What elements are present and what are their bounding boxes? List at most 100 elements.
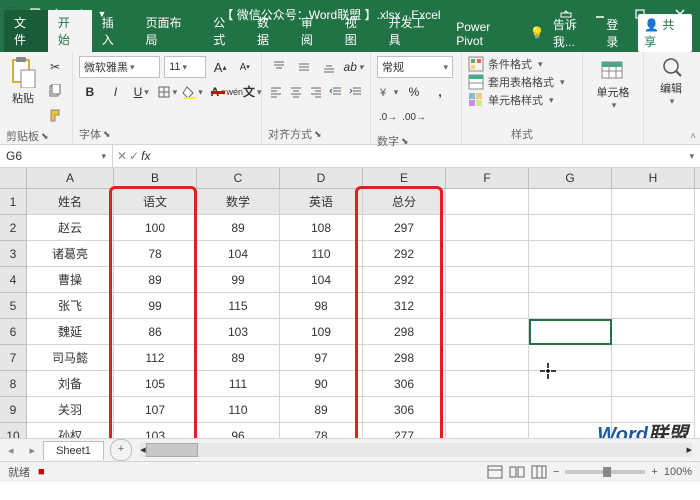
zoom-out-button[interactable]: − — [553, 466, 559, 478]
sheet-nav-prev-icon[interactable]: ◂ — [0, 444, 22, 457]
cell[interactable]: 292 — [363, 267, 446, 293]
cell[interactable] — [612, 345, 695, 371]
select-all-corner[interactable] — [0, 168, 27, 188]
decrease-decimal-icon[interactable]: .00→ — [403, 106, 425, 128]
collapse-ribbon-icon[interactable]: ˄ — [690, 131, 696, 142]
cell[interactable]: 关羽 — [27, 397, 114, 423]
cell[interactable]: 111 — [197, 371, 280, 397]
align-middle-icon[interactable] — [293, 56, 314, 78]
underline-icon[interactable]: U▾ — [130, 81, 152, 103]
cell[interactable] — [529, 293, 612, 319]
col-header[interactable]: D — [280, 168, 363, 188]
cell[interactable] — [446, 345, 529, 371]
paste-button[interactable]: 粘贴 — [6, 56, 40, 106]
cell[interactable]: 刘备 — [27, 371, 114, 397]
cell[interactable]: 104 — [280, 267, 363, 293]
zoom-slider[interactable] — [565, 470, 645, 474]
zoom-level[interactable]: 100% — [664, 466, 692, 478]
col-header[interactable]: H — [612, 168, 695, 188]
cell[interactable] — [529, 319, 612, 345]
cell[interactable]: 89 — [197, 215, 280, 241]
cell[interactable]: 数学 — [197, 189, 280, 215]
cell[interactable] — [529, 371, 612, 397]
cell[interactable] — [446, 293, 529, 319]
name-box[interactable]: G6▾ — [0, 145, 113, 167]
cell[interactable]: 90 — [280, 371, 363, 397]
cell[interactable]: 103 — [197, 319, 280, 345]
cell[interactable] — [446, 319, 529, 345]
cell[interactable]: 306 — [363, 371, 446, 397]
cancel-formula-icon[interactable]: ✕ — [117, 149, 127, 163]
fill-color-icon[interactable]: ▾ — [182, 81, 204, 103]
col-header[interactable]: E — [363, 168, 446, 188]
tellme-text[interactable]: 告诉我... — [553, 16, 599, 50]
cell[interactable]: 孙权 — [27, 423, 114, 438]
number-format-combo[interactable]: 常规▾ — [377, 56, 453, 78]
cell[interactable] — [446, 423, 529, 438]
cell[interactable]: 赵云 — [27, 215, 114, 241]
expand-formula-icon[interactable]: ▾ — [689, 151, 700, 162]
cell[interactable] — [529, 267, 612, 293]
tab-view[interactable]: 视图 — [335, 10, 379, 52]
row-header[interactable]: 5 — [0, 293, 27, 319]
col-header[interactable]: A — [27, 168, 114, 188]
zoom-in-button[interactable]: + — [651, 466, 657, 478]
cells-button-label[interactable]: 单元格 — [597, 84, 630, 100]
conditional-format-button[interactable]: 条件格式▾ — [468, 56, 576, 72]
comma-icon[interactable]: , — [429, 81, 451, 103]
grow-font-icon[interactable]: A▴ — [210, 56, 231, 78]
tab-dev[interactable]: 开发工具 — [379, 10, 447, 52]
cell[interactable]: 312 — [363, 293, 446, 319]
cell[interactable] — [446, 267, 529, 293]
cell[interactable]: 306 — [363, 397, 446, 423]
tab-pivot[interactable]: Power Pivot — [446, 16, 530, 52]
edit-button-label[interactable]: 编辑 — [660, 80, 682, 96]
add-sheet-button[interactable]: + — [110, 439, 132, 461]
cell[interactable] — [446, 241, 529, 267]
copy-icon[interactable] — [44, 80, 66, 102]
font-name-combo[interactable]: 微软雅黑▾ — [79, 56, 160, 78]
cell[interactable]: 86 — [114, 319, 197, 345]
cut-icon[interactable]: ✂ — [44, 56, 66, 78]
cell[interactable]: 109 — [280, 319, 363, 345]
cell[interactable]: 99 — [197, 267, 280, 293]
cell[interactable] — [529, 189, 612, 215]
cell[interactable]: 297 — [363, 215, 446, 241]
cell[interactable] — [612, 293, 695, 319]
view-layout-icon[interactable] — [509, 465, 525, 479]
format-painter-icon[interactable] — [44, 104, 66, 126]
percent-icon[interactable]: % — [403, 81, 425, 103]
cell-styles-button[interactable]: 单元格样式▾ — [468, 92, 576, 108]
cell[interactable] — [529, 241, 612, 267]
cell[interactable] — [529, 215, 612, 241]
sheet-nav-next-icon[interactable]: ▸ — [22, 444, 44, 457]
cell[interactable]: 78 — [280, 423, 363, 438]
cell[interactable] — [612, 215, 695, 241]
signin-link[interactable]: 登录 — [606, 16, 630, 50]
row-header[interactable]: 7 — [0, 345, 27, 371]
align-center-icon[interactable] — [288, 81, 304, 103]
tab-file[interactable]: 文件 — [4, 10, 48, 52]
col-header[interactable]: C — [197, 168, 280, 188]
cell[interactable] — [446, 371, 529, 397]
col-header[interactable]: B — [114, 168, 197, 188]
format-table-button[interactable]: 套用表格格式▾ — [468, 74, 576, 90]
cell[interactable] — [446, 189, 529, 215]
cell[interactable]: 98 — [280, 293, 363, 319]
tab-review[interactable]: 审阅 — [291, 10, 335, 52]
align-top-icon[interactable] — [268, 56, 289, 78]
enter-formula-icon[interactable]: ✓ — [129, 149, 139, 163]
col-header[interactable]: F — [446, 168, 529, 188]
cell[interactable]: 107 — [114, 397, 197, 423]
cell[interactable] — [446, 397, 529, 423]
horizontal-scrollbar[interactable]: ◂▸ — [140, 443, 692, 457]
cell[interactable]: 298 — [363, 319, 446, 345]
cell[interactable]: 103 — [114, 423, 197, 438]
cell[interactable]: 总分 — [363, 189, 446, 215]
cell[interactable] — [612, 241, 695, 267]
cell[interactable]: 99 — [114, 293, 197, 319]
tab-layout[interactable]: 页面布局 — [136, 10, 204, 52]
cell[interactable]: 110 — [280, 241, 363, 267]
cell[interactable]: 89 — [197, 345, 280, 371]
row-header[interactable]: 8 — [0, 371, 27, 397]
